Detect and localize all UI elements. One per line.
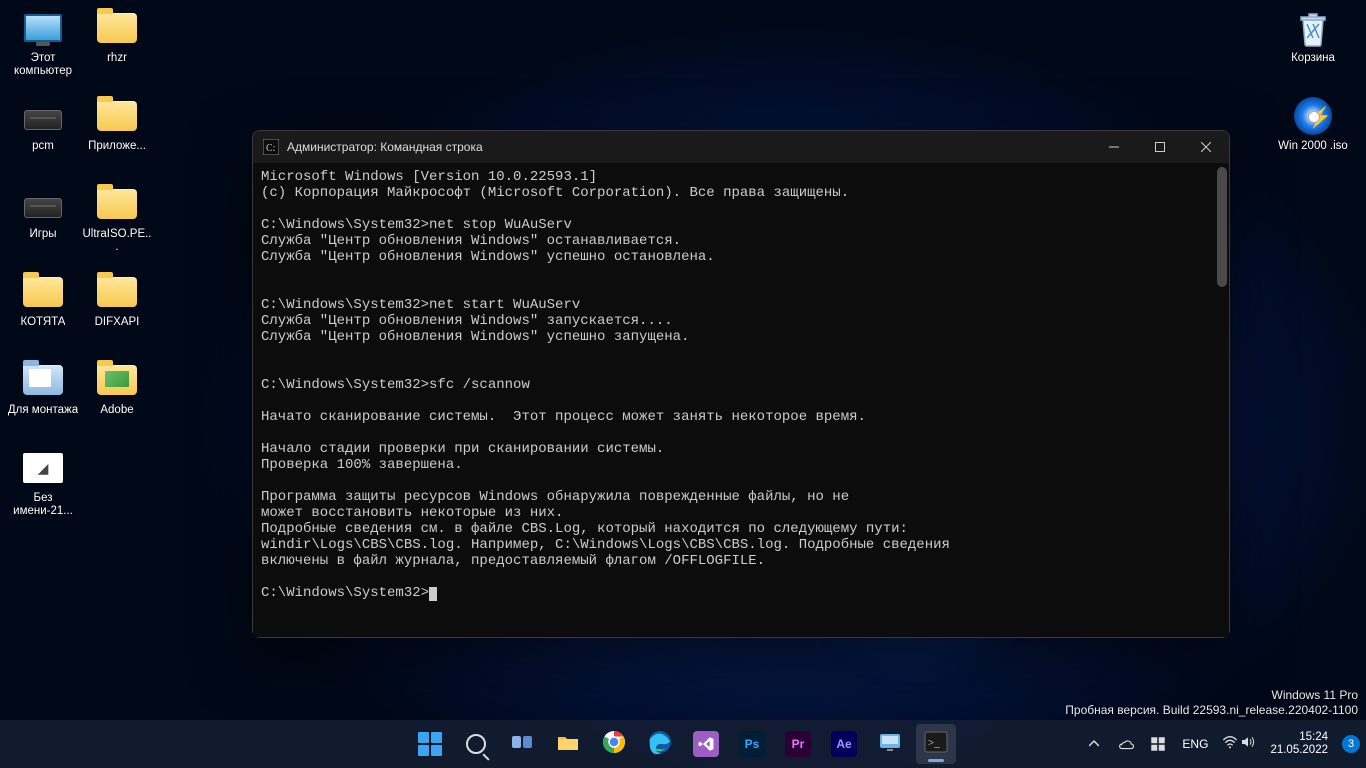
tray-overflow-button[interactable] (1080, 724, 1108, 764)
desktop-icon-котята[interactable]: КОТЯТА (6, 270, 80, 329)
taskbar-taskview-button[interactable] (502, 724, 542, 764)
system-tray: ENG 15:24 21.05.2022 3 (1080, 724, 1360, 764)
desktop-icon-label: UltraISO.PE... (81, 228, 153, 254)
taskbar-premiere-button[interactable]: Pr (778, 724, 818, 764)
watermark-edition: Windows 11 Pro (1065, 688, 1358, 703)
imgfolder-icon (95, 358, 139, 402)
command-prompt-window[interactable]: C: Администратор: Командная строка Micro… (252, 130, 1230, 638)
window-titlebar[interactable]: C: Администратор: Командная строка (253, 131, 1229, 163)
activation-watermark: Windows 11 Pro Пробная версия. Build 225… (1065, 688, 1358, 718)
taskbar-explorer-button[interactable] (548, 724, 588, 764)
desktop-icon-для-монтажа[interactable]: Для монтажа (6, 358, 80, 417)
disc-icon: ⚡ (1291, 94, 1335, 138)
clock-time: 15:24 (1270, 731, 1328, 744)
desktop-icon-rhzr[interactable]: rhzr (80, 6, 154, 65)
taskbar-photoshop-button[interactable]: Ps (732, 724, 772, 764)
desktop-icon-adobe[interactable]: Adobe (80, 358, 154, 417)
folder-icon (95, 270, 139, 314)
desktop-icon-label: Приложе... (88, 140, 146, 153)
watermark-build: Пробная версия. Build 22593.ni_release.2… (1065, 703, 1358, 718)
taskbar-monitor-app-button[interactable] (870, 724, 910, 764)
folder-icon (21, 270, 65, 314)
desktop-icon-pcm[interactable]: pcm (6, 94, 80, 153)
taskbar-visualstudio-button[interactable] (686, 724, 726, 764)
cmd-icon: C: (263, 139, 279, 155)
recycle-icon (1291, 6, 1335, 50)
terminal-prompt: C:\Windows\System32> (261, 585, 429, 601)
clock-date: 21.05.2022 (1270, 744, 1328, 757)
desktop-icon-label: Для монтажа (8, 404, 78, 417)
drive-icon (21, 94, 65, 138)
volume-icon (1240, 734, 1256, 755)
taskbar-center: PsPrAe >_ (410, 724, 956, 764)
taskbar-chrome-button[interactable] (594, 724, 634, 764)
desktop-icon-label: Adobe (100, 404, 133, 417)
terminal-cursor (429, 587, 437, 601)
taskbar: PsPrAe >_ ENG 15:24 21.05.2022 3 (0, 720, 1366, 768)
desktop-icon-win-2000-.iso[interactable]: ⚡ Win 2000 .iso (1276, 94, 1350, 153)
desktop-icon-label: КОТЯТА (21, 316, 66, 329)
taskbar-cmd-button[interactable]: >_ (916, 724, 956, 764)
desktop-icon-difxapi[interactable]: DIFXAPI (80, 270, 154, 329)
scrollbar-thumb[interactable] (1217, 167, 1227, 287)
close-button[interactable] (1183, 131, 1229, 163)
desktop-icon-label: Корзина (1291, 52, 1335, 65)
desktop-icon-label: Игры (29, 228, 56, 241)
taskbar-edge-button[interactable] (640, 724, 680, 764)
desktop-icon-label: pcm (32, 140, 54, 153)
monitor-icon (21, 6, 65, 50)
terminal-output: Microsoft Windows [Version 10.0.22593.1]… (261, 169, 950, 569)
desktop-icon-корзина[interactable]: Корзина (1276, 6, 1350, 65)
desktop-icon-этот-компьютер[interactable]: Этот компьютер (6, 6, 80, 78)
desktop-icon-label: Win 2000 .iso (1278, 140, 1348, 153)
taskbar-search-button[interactable] (456, 724, 496, 764)
docfolder-icon (21, 358, 65, 402)
svg-text:>_: >_ (928, 737, 940, 749)
bmp-icon (21, 446, 65, 490)
terminal-body[interactable]: Microsoft Windows [Version 10.0.22593.1]… (253, 163, 1229, 637)
notification-badge[interactable]: 3 (1342, 735, 1360, 753)
maximize-button[interactable] (1137, 131, 1183, 163)
desktop-icon-приложе...[interactable]: Приложе... (80, 94, 154, 153)
window-title: Администратор: Командная строка (287, 140, 1091, 154)
desktop-icon-label: DIFXAPI (95, 316, 140, 329)
onedrive-icon[interactable] (1112, 724, 1140, 764)
taskbar-aftereffects-button[interactable]: Ae (824, 724, 864, 764)
minimize-button[interactable] (1091, 131, 1137, 163)
desktop-icon-ultraiso.pe...[interactable]: UltraISO.PE... (80, 182, 154, 254)
taskbar-start-button[interactable] (410, 724, 450, 764)
folder-icon (95, 6, 139, 50)
desktop-icon-label: Этот компьютер (7, 52, 79, 78)
desktop-icon-label: Без имени-21... (7, 492, 79, 518)
desktop-icon-игры[interactable]: Игры (6, 182, 80, 241)
desktop-icon-без-имени-21...[interactable]: Без имени-21... (6, 446, 80, 518)
windows-update-icon[interactable] (1144, 724, 1172, 764)
folder-icon (95, 94, 139, 138)
folder-icon (95, 182, 139, 226)
taskbar-clock[interactable]: 15:24 21.05.2022 (1264, 731, 1334, 757)
wifi-icon (1222, 734, 1238, 755)
drive-icon (21, 182, 65, 226)
svg-text:C:: C: (266, 143, 275, 154)
desktop-icon-label: rhzr (107, 52, 127, 65)
network-sound-tray[interactable] (1218, 724, 1260, 764)
language-indicator[interactable]: ENG (1176, 737, 1214, 751)
